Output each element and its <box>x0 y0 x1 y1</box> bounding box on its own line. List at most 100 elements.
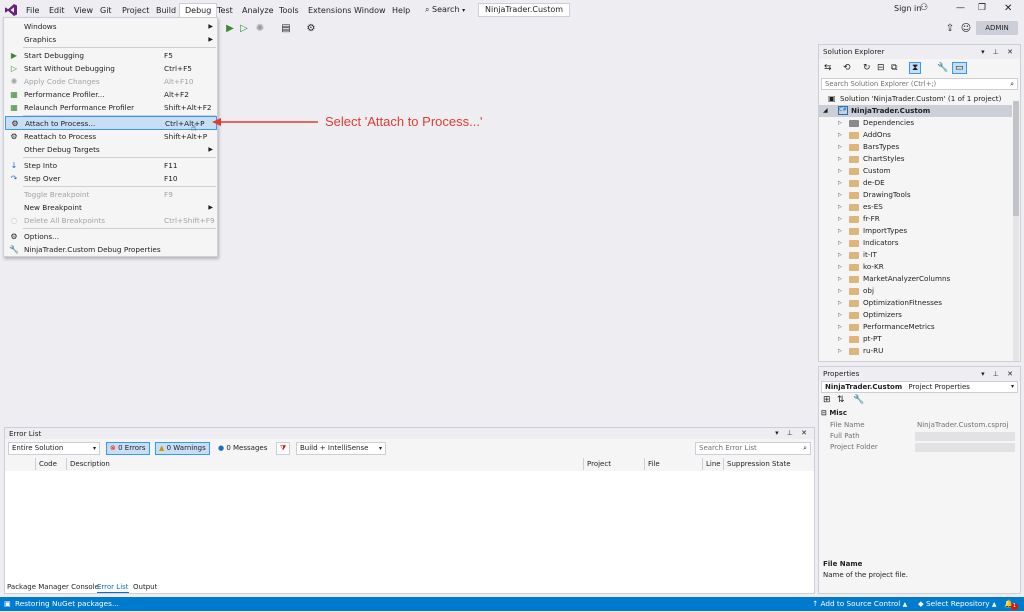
tab-error-list[interactable]: Error List <box>97 581 129 593</box>
expand-icon[interactable]: ▷ <box>838 249 842 261</box>
expand-icon[interactable]: ▷ <box>838 129 842 141</box>
tree-node[interactable]: ▷ DrawingTools <box>819 189 1012 201</box>
tree-node[interactable]: ▷ fr-FR <box>819 213 1012 225</box>
live-share-icon[interactable]: ⇪ <box>944 23 956 35</box>
properties-object-selector[interactable]: NinjaTrader.Custom Project Properties ▾ <box>821 381 1018 393</box>
menu-window[interactable]: Window <box>349 4 391 18</box>
column-header-project[interactable]: Project <box>584 458 645 470</box>
menu-tools[interactable]: Tools <box>274 4 304 18</box>
menu-item-debug-properties[interactable]: 🔧 NinjaTrader.Custom Debug Properties <box>5 243 217 256</box>
tools-icon[interactable]: ⚙ <box>305 23 317 35</box>
column-header-file[interactable]: File <box>645 458 703 470</box>
search-box[interactable]: ⌕ Search ▾ <box>425 4 465 18</box>
expand-icon[interactable]: ▷ <box>838 165 842 177</box>
expand-icon[interactable]: ▷ <box>838 141 842 153</box>
column-header-icon[interactable] <box>5 458 36 470</box>
error-list-search[interactable]: Search Error List ⌕ <box>695 442 811 455</box>
menu-item-graphics[interactable]: Graphics ▶ <box>5 33 217 46</box>
preview-icon[interactable]: ▭ <box>952 62 967 74</box>
expand-icon[interactable]: ▷ <box>838 309 842 321</box>
column-header-line[interactable]: Line <box>703 458 724 470</box>
menu-test[interactable]: Test <box>212 4 238 18</box>
expand-icon[interactable]: ▷ <box>838 153 842 165</box>
sign-in-link[interactable]: Sign in <box>894 4 921 13</box>
history-icon[interactable]: ⟲ <box>843 63 851 73</box>
collapse-all-icon[interactable]: ⊟ <box>877 63 885 73</box>
menu-view[interactable]: View <box>69 4 98 18</box>
expand-icon[interactable]: ▷ <box>838 321 842 333</box>
feedback-icon[interactable]: ☺ <box>960 23 972 35</box>
tree-project[interactable]: ◢ C# NinjaTrader.Custom <box>819 105 1012 117</box>
menu-item-relaunch-profiler[interactable]: ▦ Relaunch Performance Profiler Shift+Alt+… <box>5 101 217 114</box>
tree-node[interactable]: ▷ MarketAnalyzerColumns <box>819 273 1012 285</box>
add-to-source-control-button[interactable]: ↑ Add to Source Control ▲ <box>812 597 907 612</box>
pin-icon[interactable]: ▾ ⊥ ✕ <box>981 45 1016 59</box>
tab-package-manager-console[interactable]: Package Manager Console <box>7 581 99 593</box>
expand-icon[interactable]: ▷ <box>838 237 842 249</box>
close-icon[interactable]: ✕ <box>1004 3 1012 14</box>
menu-item-new-breakpoint[interactable]: New Breakpoint ▶ <box>5 201 217 214</box>
menu-item-reattach-to-process[interactable]: ⚙ Reattach to Process Shift+Alt+P <box>5 130 217 143</box>
menu-item-start-debugging[interactable]: ▶ Start Debugging F5 <box>5 49 217 62</box>
property-row[interactable]: File Name NinjaTrader.Custom.csproj <box>819 420 1020 431</box>
tree-solution[interactable]: ▣ Solution 'NinjaTrader.Custom' (1 of 1 p… <box>819 93 1012 105</box>
menu-analyze[interactable]: Analyze <box>237 4 279 18</box>
property-pages-icon[interactable]: 🔧 <box>853 395 864 405</box>
restore-icon[interactable]: ❐ <box>978 3 986 13</box>
warnings-filter-button[interactable]: ▲ 0 Warnings <box>155 442 210 455</box>
tree-node[interactable]: ▷ de-DE <box>819 177 1012 189</box>
scope-dropdown[interactable]: Entire Solution ▾ <box>8 442 100 455</box>
tree-node[interactable]: ▷ es-ES <box>819 201 1012 213</box>
account-icon[interactable]: ⚇ <box>920 3 928 13</box>
menu-item-step-into[interactable]: ↓ Step Into F11 <box>5 159 217 172</box>
property-row[interactable]: Project Folder <box>819 442 1020 453</box>
menu-help[interactable]: Help <box>387 4 415 18</box>
tree-node[interactable]: ▷ obj <box>819 285 1012 297</box>
solution-explorer-scroll-thumb[interactable] <box>1013 101 1019 216</box>
show-all-files-icon[interactable]: ⧉ <box>891 63 897 73</box>
menu-edit[interactable]: Edit <box>44 4 70 18</box>
tree-node[interactable]: ▷ it-IT <box>819 249 1012 261</box>
menu-git[interactable]: Git <box>95 4 117 18</box>
expand-icon[interactable]: ▷ <box>838 225 842 237</box>
tab-output[interactable]: Output <box>133 581 157 593</box>
expand-icon[interactable]: ▷ <box>838 177 842 189</box>
wrench-icon[interactable]: 🔧 <box>937 63 948 73</box>
expand-icon[interactable]: ▷ <box>838 189 842 201</box>
expand-icon[interactable]: ▷ <box>838 285 842 297</box>
tree-node[interactable]: ▷ ko-KR <box>819 261 1012 273</box>
refresh-icon[interactable]: ↻ <box>863 63 871 73</box>
sync-icon[interactable]: ⇆ <box>824 63 832 73</box>
solution-explorer-search[interactable]: Search Solution Explorer (Ctrl+;) ⌕ <box>821 78 1018 90</box>
expand-icon[interactable]: ▷ <box>838 273 842 285</box>
menu-item-windows[interactable]: Windows ▶ <box>5 20 217 33</box>
tree-node[interactable]: ▷ Dependencies <box>819 117 1012 129</box>
minimize-icon[interactable]: — <box>956 3 965 13</box>
tree-node[interactable]: ▷ Optimizers <box>819 309 1012 321</box>
menu-item-performance-profiler[interactable]: ▦ Performance Profiler... Alt+F2 <box>5 88 217 101</box>
menu-item-step-over[interactable]: ↷ Step Over F10 <box>5 172 217 185</box>
tree-node[interactable]: ▷ OptimizationFitnesses <box>819 297 1012 309</box>
errors-filter-button[interactable]: ⊗ 0 Errors <box>106 442 150 455</box>
column-header-description[interactable]: Description <box>67 458 584 470</box>
categorized-icon[interactable]: ⊞ <box>823 395 831 405</box>
column-header-code[interactable]: Code <box>36 458 67 470</box>
menu-item-attach-to-process[interactable]: ⚙ Attach to Process... Ctrl+Alt+P <box>5 116 217 130</box>
tree-node[interactable]: ▷ AddOns <box>819 129 1012 141</box>
start-icon[interactable]: ▶ <box>224 23 236 35</box>
expand-icon[interactable]: ▷ <box>838 213 842 225</box>
build-filter-dropdown[interactable]: Build + IntelliSense ▾ <box>296 442 386 455</box>
tree-node[interactable]: ▷ Custom <box>819 165 1012 177</box>
tree-node[interactable]: ▷ pt-PT <box>819 333 1012 345</box>
pin-icon[interactable]: ▾ ⊥ ✕ <box>775 428 810 439</box>
expand-icon[interactable]: ▷ <box>838 345 842 357</box>
alphabetical-icon[interactable]: ⇅ <box>837 395 845 405</box>
expand-icon[interactable]: ▷ <box>838 333 842 345</box>
menu-item-options[interactable]: ⚙ Options... <box>5 230 217 243</box>
column-header-suppression-state[interactable]: Suppression State <box>724 458 814 470</box>
messages-filter-button[interactable]: ● 0 Messages <box>214 442 271 455</box>
expand-icon[interactable]: ▷ <box>838 261 842 273</box>
expand-icon[interactable]: ▷ <box>838 297 842 309</box>
tree-node[interactable]: ▷ ImportTypes <box>819 225 1012 237</box>
property-row[interactable]: Full Path <box>819 431 1020 442</box>
